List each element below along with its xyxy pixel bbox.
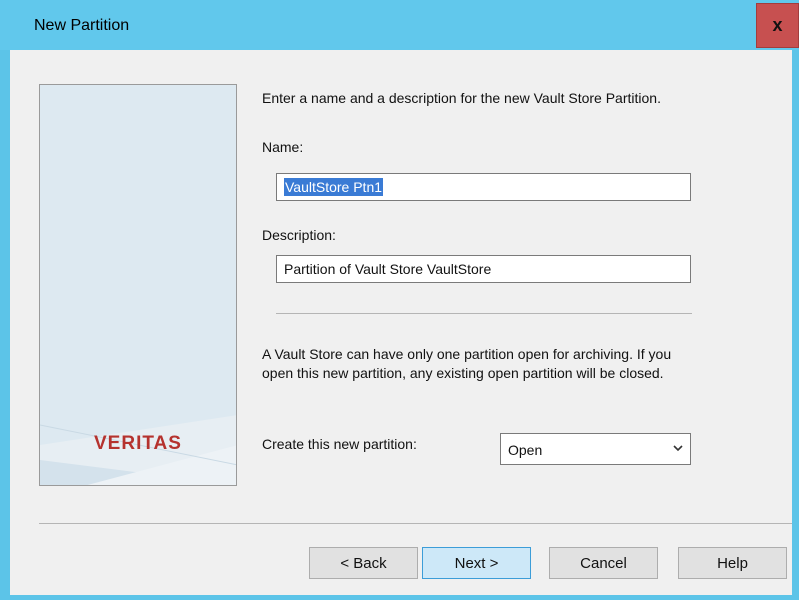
window-title: New Partition <box>34 17 130 34</box>
name-input[interactable]: VaultStore Ptn1 <box>276 173 691 201</box>
create-partition-label: Create this new partition: <box>262 436 417 452</box>
create-partition-selected: Open <box>508 442 543 458</box>
close-icon: x <box>772 15 783 35</box>
cancel-button[interactable]: Cancel <box>549 547 658 579</box>
banner-graphic <box>40 415 236 485</box>
help-button-label: Help <box>717 554 748 572</box>
back-button[interactable]: < Back <box>309 547 418 579</box>
veritas-logo: VERITAS <box>94 433 182 454</box>
description-label: Description: <box>262 227 336 243</box>
next-button[interactable]: Next > <box>422 547 531 579</box>
create-partition-select[interactable]: Open <box>500 433 691 465</box>
separator-bottom <box>39 523 792 524</box>
title-bar[interactable]: New Partition x <box>0 0 799 50</box>
back-button-label: < Back <box>340 554 387 572</box>
description-input[interactable]: Partition of Vault Store VaultStore <box>276 255 691 283</box>
info-text-line-2: open this new partition, any existing op… <box>262 365 664 381</box>
name-label: Name: <box>262 139 304 155</box>
name-input-value: VaultStore Ptn1 <box>284 178 384 196</box>
new-partition-dialog: New Partition x VERITAS Enter a name and… <box>0 0 799 600</box>
dialog-body: VERITAS Enter a name and a description f… <box>10 50 792 595</box>
separator-top <box>276 313 692 314</box>
next-button-label: Next > <box>454 554 499 572</box>
chevron-down-icon <box>673 445 683 452</box>
wizard-banner: VERITAS <box>39 84 237 486</box>
instructions-text: Enter a name and a description for the n… <box>262 90 661 106</box>
help-button[interactable]: Help <box>678 547 787 579</box>
description-input-value: Partition of Vault Store VaultStore <box>284 261 492 277</box>
cancel-button-label: Cancel <box>580 554 627 572</box>
info-text-line-1: A Vault Store can have only one partitio… <box>262 346 672 362</box>
close-button[interactable]: x <box>756 3 799 48</box>
